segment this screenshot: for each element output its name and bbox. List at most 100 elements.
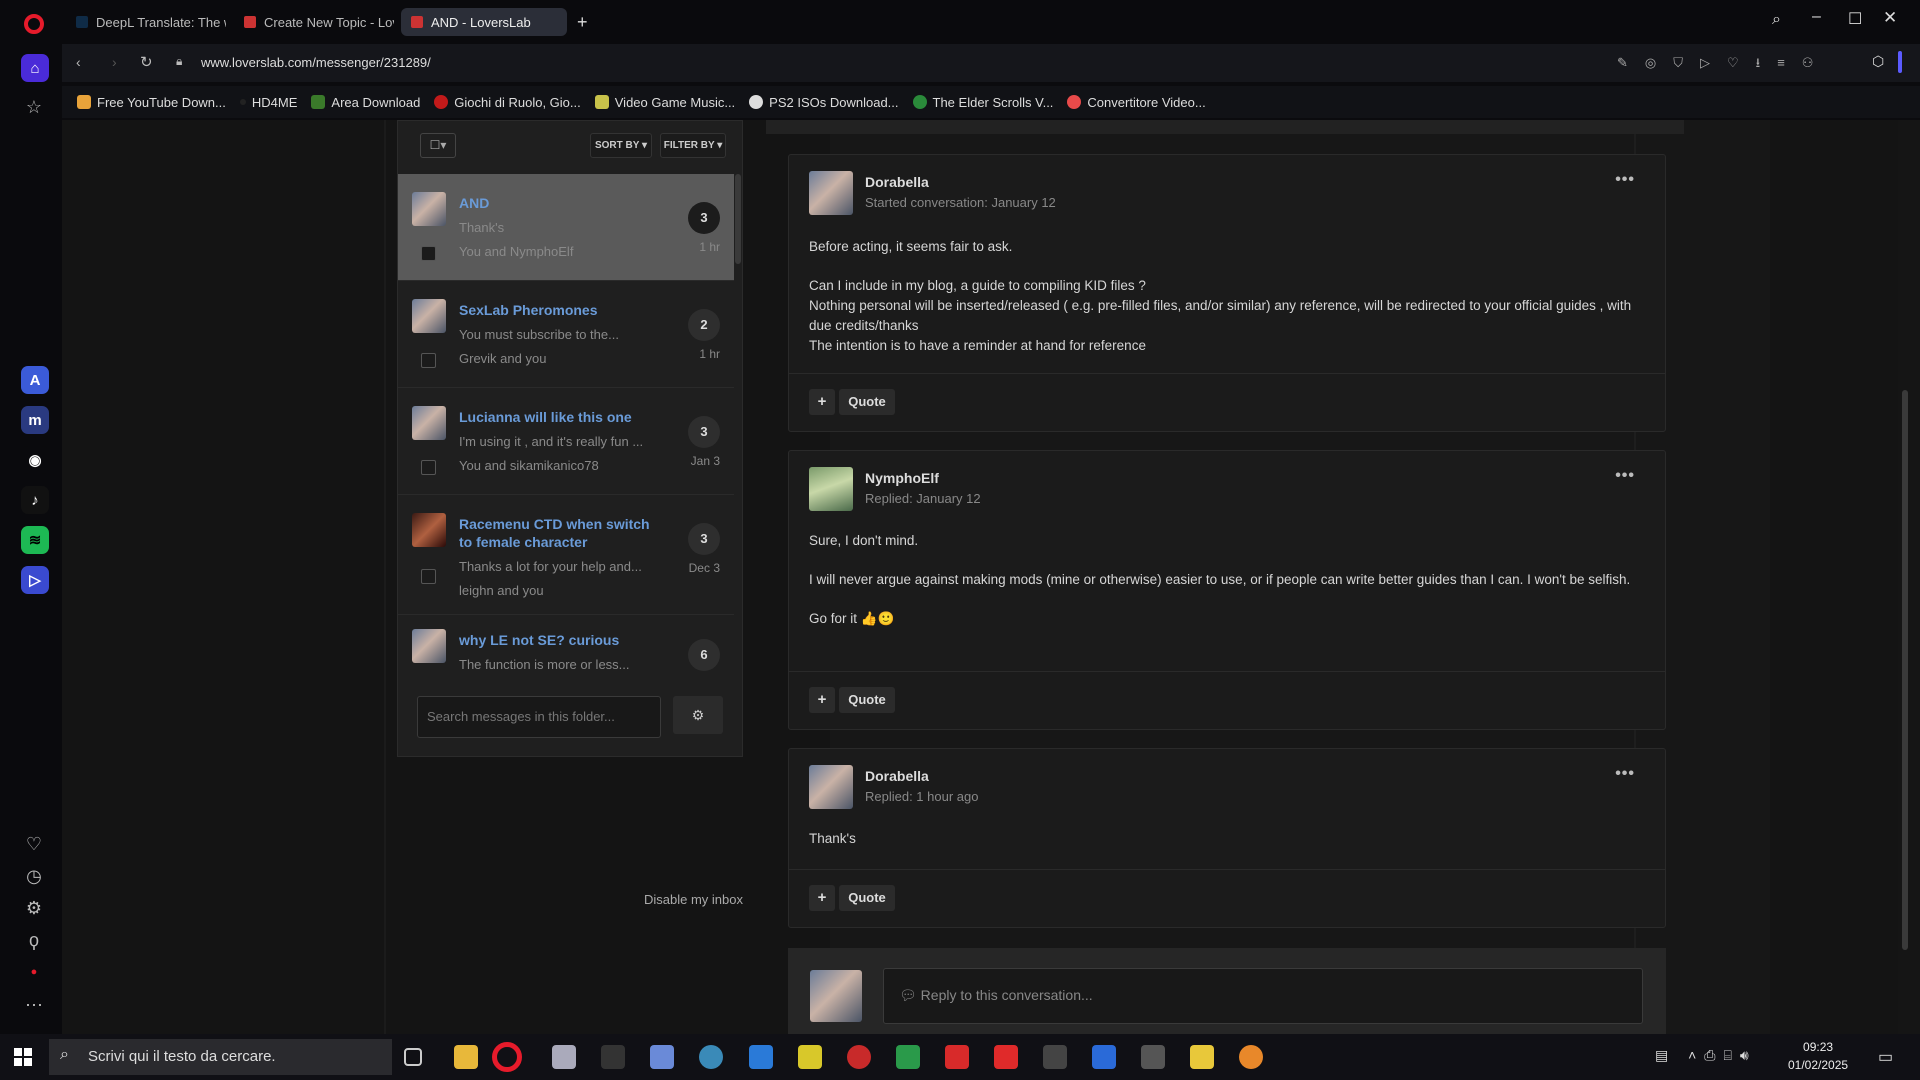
quote-button[interactable]: Quote: [839, 687, 895, 713]
inbox-search-input[interactable]: Search messages in this folder...: [417, 696, 661, 738]
select-all-dropdown[interactable]: ☐▾: [420, 133, 456, 158]
opera-logo-icon[interactable]: [24, 14, 44, 34]
conversation-title[interactable]: SexLab Pheromones: [459, 301, 659, 319]
taskbar-clock[interactable]: 09:23 01/02/2025: [1788, 1038, 1848, 1074]
app-icon[interactable]: [650, 1045, 674, 1069]
bookmark-item[interactable]: Area Download: [311, 95, 420, 110]
windows-start-icon[interactable]: [14, 1048, 32, 1066]
conversation-item[interactable]: why LE not SE? curious The function is m…: [398, 615, 734, 673]
search-icon[interactable]: ⌕: [1772, 11, 1781, 29]
plus-icon[interactable]: +: [577, 12, 588, 33]
app-icon[interactable]: [1190, 1045, 1214, 1069]
bookmark-item[interactable]: The Elder Scrolls V...: [912, 95, 1053, 110]
player-icon[interactable]: ▷: [21, 566, 49, 594]
conversation-item[interactable]: Lucianna will like this one I'm using it…: [398, 388, 734, 495]
app-icon[interactable]: [749, 1045, 773, 1069]
maximize-icon[interactable]: ☐: [1848, 9, 1862, 29]
back-icon[interactable]: ‹: [76, 54, 81, 70]
sort-by-button[interactable]: SORT BY ▾: [590, 133, 652, 158]
app-icon[interactable]: [1092, 1045, 1116, 1069]
tab-and-loverslab[interactable]: AND - LoversLab: [401, 8, 567, 36]
app-icon[interactable]: [798, 1045, 822, 1069]
conversation-checkbox[interactable]: [421, 353, 436, 368]
opera-icon[interactable]: [492, 1042, 522, 1072]
conversation-checkbox[interactable]: [421, 460, 436, 475]
bookmark-item[interactable]: Giochi di Ruolo, Gio...: [434, 95, 581, 110]
settings-icon[interactable]: ⚙: [23, 897, 45, 919]
messenger-icon[interactable]: m: [21, 406, 49, 434]
taskbar-search-input[interactable]: Scrivi qui il testo da cercare.: [49, 1039, 392, 1075]
conversation-item[interactable]: AND Thank's You and NymphoElf 3 1 hr: [398, 174, 734, 281]
bookmark-item[interactable]: HD4ME: [239, 95, 297, 110]
adblock-icon[interactable]: ●: [23, 961, 45, 983]
bookmark-item[interactable]: Video Game Music...: [594, 95, 735, 110]
conversation-title[interactable]: Lucianna will like this one: [459, 408, 659, 426]
history-icon[interactable]: ◷: [23, 865, 45, 887]
cube-icon[interactable]: ⬡: [1872, 53, 1884, 70]
quote-button[interactable]: Quote: [839, 885, 895, 911]
settings-gear-icon[interactable]: ⚙: [673, 696, 723, 734]
filter-by-button[interactable]: FILTER BY ▾: [660, 133, 726, 158]
conversation-item[interactable]: Racemenu CTD when switch to female chara…: [398, 495, 734, 615]
tiktok-icon[interactable]: ♪: [21, 486, 49, 514]
conversation-checkbox[interactable]: [421, 246, 436, 261]
home-icon[interactable]: ⌂: [21, 54, 49, 82]
message-author[interactable]: Dorabella: [865, 768, 929, 784]
conversation-title[interactable]: why LE not SE? curious: [459, 631, 659, 649]
whatsapp-icon[interactable]: ◉: [21, 446, 49, 474]
message-author[interactable]: NymphoElf: [865, 470, 939, 486]
lightbulb-icon[interactable]: ϙ: [23, 929, 45, 951]
tray-icons[interactable]: ▤ ˄⎙⌸🔊︎: [1655, 1047, 1757, 1064]
task-view-icon[interactable]: [404, 1048, 422, 1066]
file-explorer-icon[interactable]: [454, 1045, 478, 1069]
minimize-icon[interactable]: –: [1812, 8, 1821, 26]
app-icon[interactable]: [699, 1045, 723, 1069]
app-icon[interactable]: [601, 1045, 625, 1069]
conversation-checkbox[interactable]: [421, 569, 436, 584]
more-icon[interactable]: ⋯: [23, 994, 45, 1016]
more-options-icon[interactable]: •••: [1615, 467, 1635, 485]
app-icon[interactable]: [994, 1045, 1018, 1069]
tab-deepl[interactable]: DeepL Translate: The worl: [66, 8, 226, 36]
conversation-title[interactable]: Racemenu CTD when switch to female chara…: [459, 515, 659, 551]
avatar[interactable]: [809, 171, 853, 215]
app-icon[interactable]: [552, 1045, 576, 1069]
avatar[interactable]: [809, 467, 853, 511]
multiquote-plus-button[interactable]: +: [809, 687, 835, 713]
more-options-icon[interactable]: •••: [1615, 765, 1635, 783]
message-body: Thank's: [809, 831, 856, 846]
inbox-scrollbar[interactable]: [735, 174, 741, 264]
bookmark-item[interactable]: Free YouTube Down...: [77, 95, 226, 110]
star-icon[interactable]: ☆: [23, 96, 45, 118]
tab-create-topic[interactable]: Create New Topic - Lovers: [234, 8, 394, 36]
heart-icon[interactable]: ♡: [23, 833, 45, 855]
app-icon[interactable]: [847, 1045, 871, 1069]
more-options-icon[interactable]: •••: [1615, 171, 1635, 189]
conversation-item[interactable]: SexLab Pheromones You must subscribe to …: [398, 281, 734, 388]
multiquote-plus-button[interactable]: +: [809, 389, 835, 415]
page-scrollbar[interactable]: [1898, 120, 1920, 1034]
app-icon[interactable]: [1141, 1045, 1165, 1069]
bookmark-item[interactable]: Convertitore Video...: [1067, 95, 1206, 110]
app-icon[interactable]: [945, 1045, 969, 1069]
quote-button[interactable]: Quote: [839, 389, 895, 415]
message-author[interactable]: Dorabella: [865, 174, 929, 190]
spotify-icon[interactable]: ≋: [21, 526, 49, 554]
app-icon[interactable]: [1043, 1045, 1067, 1069]
forward-icon[interactable]: ›: [112, 54, 117, 70]
close-icon[interactable]: ✕: [1883, 8, 1897, 28]
reply-input[interactable]: 💬︎ Reply to this conversation...: [883, 968, 1643, 1024]
disable-inbox-link[interactable]: Disable my inbox: [644, 892, 743, 907]
aria-icon[interactable]: A: [21, 366, 49, 394]
url-field[interactable]: www.loverslab.com/messenger/231289/: [201, 55, 431, 70]
multiquote-plus-button[interactable]: +: [809, 885, 835, 911]
app-icon[interactable]: [896, 1045, 920, 1069]
reload-icon[interactable]: ↻: [140, 53, 153, 71]
app-icon[interactable]: [1239, 1045, 1263, 1069]
bookmark-item[interactable]: PS2 ISOs Download...: [749, 95, 899, 110]
scroll-thumb[interactable]: [1902, 390, 1908, 950]
avatar[interactable]: [809, 765, 853, 809]
conversation-title[interactable]: AND: [459, 194, 659, 212]
notification-icon[interactable]: ▭: [1878, 1047, 1893, 1067]
conversation-participants: You and NymphoElf: [459, 244, 574, 259]
